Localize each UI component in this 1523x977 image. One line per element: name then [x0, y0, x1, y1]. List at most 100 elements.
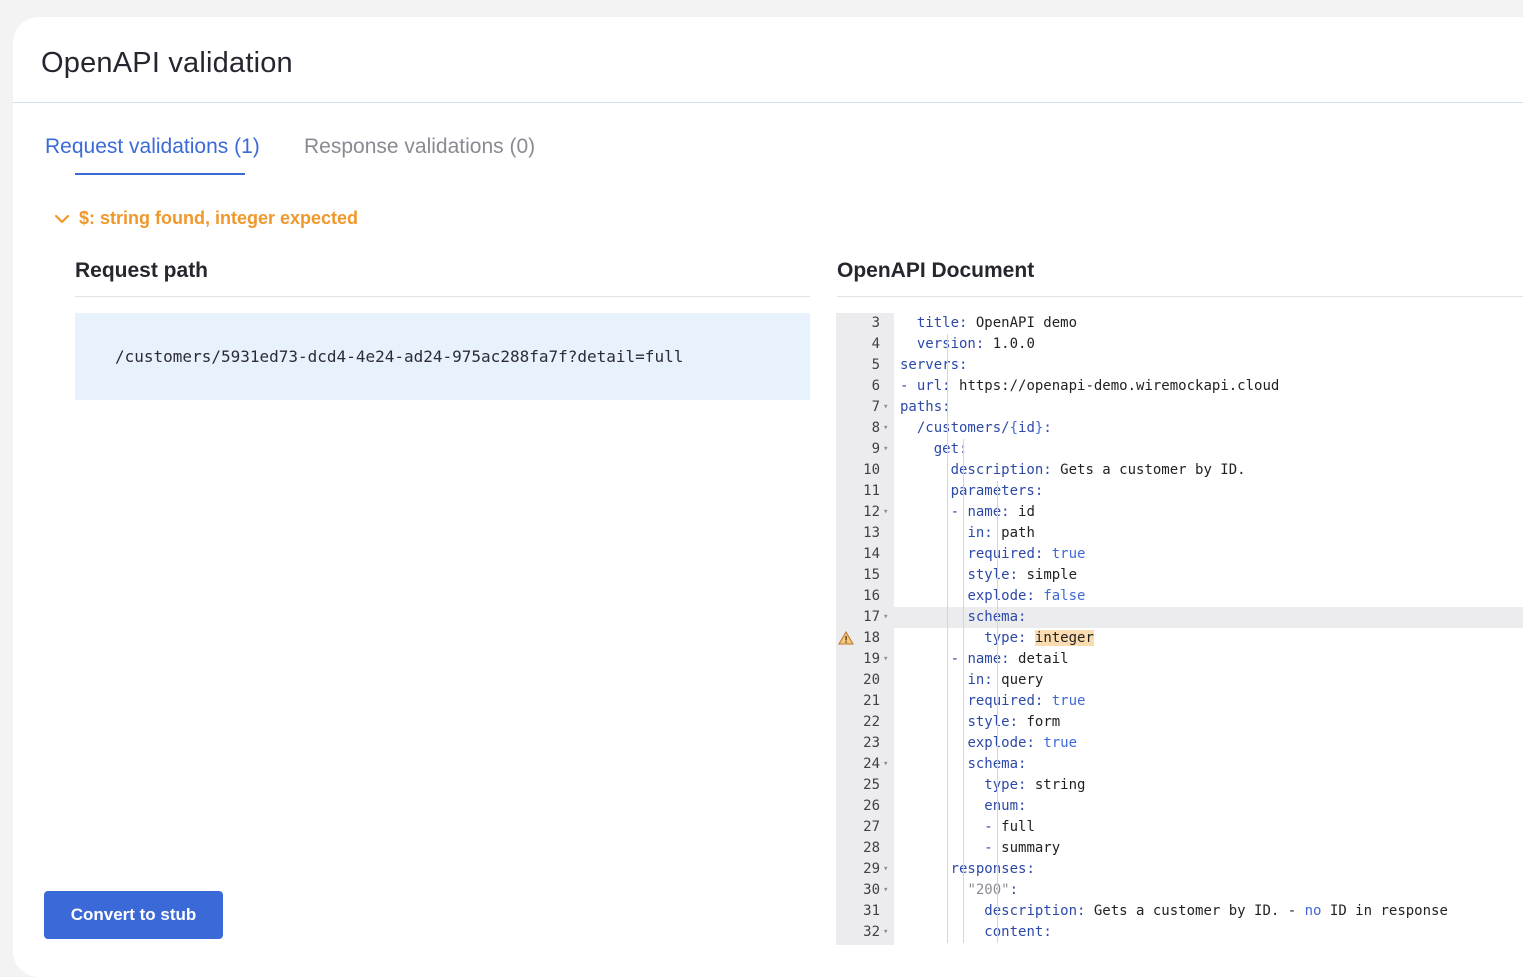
active-tab-indicator — [75, 173, 245, 175]
divider — [75, 296, 810, 297]
code-text: get: — [900, 439, 968, 460]
code-text: description: Gets a customer by ID. - no… — [984, 903, 1448, 919]
code-text: type: string — [984, 777, 1086, 793]
code-text: style: form — [967, 714, 1061, 730]
indent-guide — [997, 481, 999, 943]
code-text: version: 1.0.0 — [917, 336, 1035, 352]
code-line: 9▾ get: — [836, 439, 1523, 460]
code-line: 15 style: simple — [836, 565, 1523, 586]
code-text: paths: — [900, 399, 951, 415]
code-text: content: — [984, 924, 1052, 940]
line-number: 22 — [863, 714, 880, 730]
code-line: 10 description: Gets a customer by ID. — [836, 460, 1523, 481]
indent-guide — [963, 439, 965, 943]
code-line: 6 - url: https://openapi-demo.wiremockapi… — [836, 376, 1523, 397]
card-header: OpenAPI validation — [13, 17, 1523, 103]
code-line: 5 servers: — [836, 355, 1523, 376]
line-number: 11 — [863, 483, 880, 499]
code-line: 31 description: Gets a customer by ID. -… — [836, 901, 1523, 922]
line-number: 13 — [863, 525, 880, 541]
line-number: 4 — [871, 336, 880, 352]
tab-request-validations[interactable]: Request validations (1) — [45, 135, 260, 159]
code-line: 8 ▾ /customers/{id}: — [836, 418, 1523, 439]
line-number: 29 — [863, 861, 880, 877]
code-text: "200": — [967, 882, 1019, 898]
code-line: 17 ▾ schema: — [836, 607, 1523, 628]
line-number: 28 — [863, 840, 880, 856]
fold-toggle-icon[interactable]: ▾ — [883, 397, 888, 418]
fold-toggle-icon[interactable]: ▾ — [883, 649, 888, 670]
request-path-value: /customers/5931ed73-dcd4-4e24-ad24-975ac… — [115, 347, 684, 366]
line-number: 31 — [863, 903, 880, 919]
code-text: - full — [984, 819, 1035, 835]
line-number: 5 — [871, 357, 880, 373]
code-line: 21 required: true — [836, 691, 1523, 712]
chevron-down-icon — [54, 214, 70, 223]
fold-toggle-icon[interactable]: ▾ — [883, 439, 888, 460]
code-text: description: Gets a customer by ID. — [950, 462, 1246, 478]
code-line: 3 title: OpenAPI demo — [836, 313, 1523, 334]
code-text: - name: detail — [950, 651, 1069, 667]
fold-toggle-icon[interactable]: ▾ — [883, 880, 888, 901]
request-path-box: /customers/5931ed73-dcd4-4e24-ad24-975ac… — [75, 313, 810, 400]
code-line: 30 ▾ "200": — [836, 880, 1523, 901]
fold-toggle-icon[interactable]: ▾ — [883, 418, 888, 439]
code-text: explode: true — [967, 735, 1078, 751]
code-line: 13 in: path — [836, 523, 1523, 544]
line-number: 23 — [863, 735, 880, 751]
line-number: 12 — [863, 504, 880, 520]
convert-to-stub-button[interactable]: Convert to stub — [44, 891, 223, 939]
line-number: 30 — [863, 882, 880, 898]
line-number: 6 — [871, 378, 880, 394]
code-text: responses: — [950, 861, 1035, 877]
line-number: 15 — [863, 567, 880, 583]
code-text: title: OpenAPI demo — [916, 315, 1078, 331]
page-title: OpenAPI validation — [41, 47, 293, 79]
fold-toggle-icon[interactable]: ▾ — [883, 859, 888, 880]
code-line: 22 style: form — [836, 712, 1523, 733]
code-line: 23 explode: true — [836, 733, 1523, 754]
fold-toggle-icon[interactable]: ▾ — [883, 922, 888, 943]
line-number: 27 — [863, 819, 880, 835]
validation-card: OpenAPI validation Request validations (… — [13, 17, 1523, 977]
line-number: 21 — [863, 693, 880, 709]
code-text: /customers/{id}: — [916, 420, 1052, 436]
line-number: 25 — [863, 777, 880, 793]
validation-issue-toggle[interactable]: $: string found, integer expected — [53, 208, 358, 229]
code-text: explode: false — [967, 588, 1086, 604]
line-number: 7 — [871, 399, 880, 415]
code-line: 4 version: 1.0.0 — [836, 334, 1523, 355]
code-text: parameters: — [950, 483, 1044, 499]
fold-toggle-icon[interactable]: ▾ — [883, 754, 888, 775]
code-line: 32 ▾ content: — [836, 922, 1523, 943]
code-text: - summary — [984, 840, 1061, 856]
code-text: in: path — [967, 525, 1035, 541]
divider — [837, 296, 1523, 297]
fold-toggle-icon[interactable]: ▾ — [883, 607, 888, 628]
code-text: - url: https://openapi-demo.wiremockapi.… — [900, 378, 1280, 394]
openapi-code-editor[interactable]: 3 title: OpenAPI demo4 version: 1.0.05se… — [836, 313, 1523, 945]
code-lines: 3 title: OpenAPI demo4 version: 1.0.05se… — [836, 313, 1523, 943]
line-number: 14 — [863, 546, 880, 562]
line-number: 8 — [871, 420, 880, 436]
code-line: 29 ▾ responses: — [836, 859, 1523, 880]
code-text: required: true — [967, 546, 1086, 562]
code-line: 18 type: integer — [836, 628, 1523, 649]
warning-icon[interactable] — [838, 631, 854, 645]
line-number: 19 — [863, 651, 880, 667]
line-number: 17 — [863, 609, 880, 625]
code-text: required: true — [967, 693, 1086, 709]
line-number: 24 — [863, 756, 880, 772]
code-line: 11 parameters: — [836, 481, 1523, 502]
request-path-heading: Request path — [75, 259, 209, 282]
fold-toggle-icon[interactable]: ▾ — [883, 502, 888, 523]
code-line: 7▾ paths: — [836, 397, 1523, 418]
code-text: - name: id — [950, 504, 1035, 520]
code-line: 27 - full — [836, 817, 1523, 838]
validation-issue-message: $: string found, integer expected — [79, 208, 359, 228]
line-number: 10 — [863, 462, 880, 478]
code-line: 20 in: query — [836, 670, 1523, 691]
validation-tabs: Request validations (1) Response validat… — [45, 135, 645, 175]
tab-response-validations[interactable]: Response validations (0) — [304, 135, 535, 159]
indent-guide — [946, 334, 948, 943]
